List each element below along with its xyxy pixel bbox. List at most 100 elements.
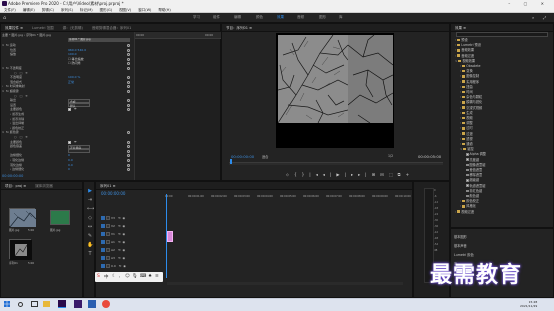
menu-item-3[interactable]: 序列(S) [61,8,73,12]
program-playhead[interactable] [230,159,232,164]
track-target-icon[interactable] [101,264,105,268]
track-name[interactable]: 0.0 [111,264,116,268]
chevron-icon[interactable]: › [460,74,461,78]
transport-button-6[interactable]: |▸ [345,172,359,177]
reset-parameter-icon[interactable] [127,149,130,153]
workspace-tab-5[interactable]: 音频 [297,15,304,20]
project-thumb-1[interactable] [9,208,37,228]
transport-button-0[interactable]: ⬦ [286,172,294,177]
program-monitor-title[interactable]: 节目：序列01 ≡ [226,26,252,30]
reset-parameter-icon[interactable] [127,131,130,135]
transport-button-12[interactable]: + [406,172,415,177]
chevron-icon[interactable]: › [460,64,461,68]
expand-icon[interactable]: ⤢ [543,15,546,20]
color-swatch[interactable] [68,108,71,112]
timeline-clip[interactable] [167,231,173,242]
reset-parameter-icon[interactable] [127,168,130,172]
word-taskbar-icon[interactable] [88,300,96,308]
workspace-tab-4[interactable]: 效果 [277,15,284,20]
track-name[interactable]: A2 [111,248,115,252]
track-eye-icon[interactable]: ◉ [122,232,125,236]
effect-controls-tab-3[interactable]: 音频剪辑混合器：序列01 [92,26,131,30]
track-eye-icon[interactable]: ◉ [122,240,125,244]
track-name[interactable]: V3 [111,216,115,220]
chevron-icon[interactable]: › [460,204,461,208]
reset-parameter-icon[interactable] [127,163,130,167]
reset-parameter-icon[interactable] [127,85,130,89]
ime-punct-icon[interactable]: , [119,274,120,279]
track-lock-icon[interactable] [106,216,110,220]
transport-button-5[interactable]: ▶ [336,172,344,177]
resolution-select[interactable]: 1/2 [388,154,393,158]
track-select-tool-icon[interactable]: ⇥ [87,197,93,203]
chevron-icon[interactable]: › [460,90,461,94]
task-view-icon[interactable] [31,301,38,307]
effect-toggle-icon[interactable]: ∨ [2,67,5,70]
track-sync-icon[interactable]: ⟲ [118,248,121,252]
reset-parameter-icon[interactable] [127,67,130,70]
track-lock-icon[interactable] [106,232,110,236]
maximize-button[interactable]: ▢ [524,1,534,6]
transport-button-9[interactable]: ⊟ [380,172,389,177]
chevron-icon[interactable]: › [460,126,461,130]
project-thumb-3[interactable] [9,239,32,260]
project-tab-1[interactable]: 媒体浏览器 [35,184,53,188]
essentials-item-0[interactable]: 基本图形 [454,234,467,239]
reset-parameter-icon[interactable] [127,57,130,61]
effect-toggle-icon[interactable]: ∨ [2,90,5,93]
minimize-button[interactable]: – [508,1,516,6]
workspace-tab-6[interactable]: 图形 [319,15,326,20]
track-lock-icon[interactable] [106,256,110,260]
track-target-icon[interactable] [101,248,105,252]
hand-tool-icon[interactable]: ✋ [87,242,93,248]
effect-controls-tab-2[interactable]: 源：(无剪辑) [63,26,83,30]
timeline-scrollbar[interactable] [167,282,403,285]
reset-parameter-icon[interactable] [127,80,130,84]
reset-parameter-icon[interactable] [127,108,130,112]
track-name[interactable]: V1 [111,232,115,236]
chevron-icon[interactable]: › [460,137,461,141]
reset-parameter-icon[interactable] [127,62,130,66]
effect-toggle-icon[interactable]: ∨ [2,131,5,134]
reset-parameter-icon[interactable] [127,154,130,158]
chevron-icon[interactable]: › [460,95,461,99]
chevron-icon[interactable]: › [455,210,456,214]
track-target-icon[interactable] [101,224,105,228]
transport-button-3[interactable]: |◂ [309,172,323,177]
effect-value[interactable]: 0 [68,167,70,172]
system-clock[interactable]: 15:28 2021/11/29 [520,300,537,308]
after-effects-taskbar-icon[interactable] [74,300,82,308]
transport-button-7[interactable]: ▸| [358,172,372,177]
chevron-icon[interactable]: › [455,54,456,58]
chevron-icon[interactable]: › [460,142,461,146]
menu-item-8[interactable]: 帮助(H) [158,8,170,12]
track-sync-icon[interactable]: ⟲ [118,256,121,260]
track-lock-icon[interactable] [106,264,110,268]
chevron-icon[interactable]: › [460,85,461,89]
chevron-icon[interactable]: › [460,116,461,120]
chevron-icon[interactable]: › [460,121,461,125]
ime-moon-icon[interactable]: ☾ [112,274,116,279]
program-playhead-timecode[interactable]: 00:00:00:00 [231,154,254,159]
track-target-icon[interactable] [101,216,105,220]
chevron-icon[interactable]: › [460,80,461,84]
pen-tool-icon[interactable]: ✎ [87,233,93,239]
ime-lang-icon[interactable]: 中 [104,274,109,280]
chevron-icon[interactable]: › [460,106,461,110]
chevron-icon[interactable]: › [460,111,461,115]
menu-item-0[interactable]: 文件(F) [4,8,16,12]
menu-item-6[interactable]: 视图(V) [119,8,131,12]
transport-button-8[interactable]: ⊞ [372,172,381,177]
menu-item-5[interactable]: 图形(G) [100,8,112,12]
track-eye-icon[interactable]: ◉ [122,216,125,220]
close-button[interactable]: ✕ [541,1,550,6]
track-name[interactable]: A3 [111,256,115,260]
track-target-icon[interactable] [101,256,105,260]
reset-parameter-icon[interactable] [127,145,130,149]
color-swatch[interactable] [68,140,71,144]
timeline-ruler[interactable]: 00:00 00:00:01:00 00:00:02:00 00:00:03:00 00… [165,195,411,199]
track-sync-icon[interactable]: ⟲ [118,240,121,244]
workspace-tab-0[interactable]: 学习 [193,15,200,20]
project-tab-0[interactable]: 项目：proj ≡ [5,184,26,188]
reset-parameter-icon[interactable] [127,103,130,107]
